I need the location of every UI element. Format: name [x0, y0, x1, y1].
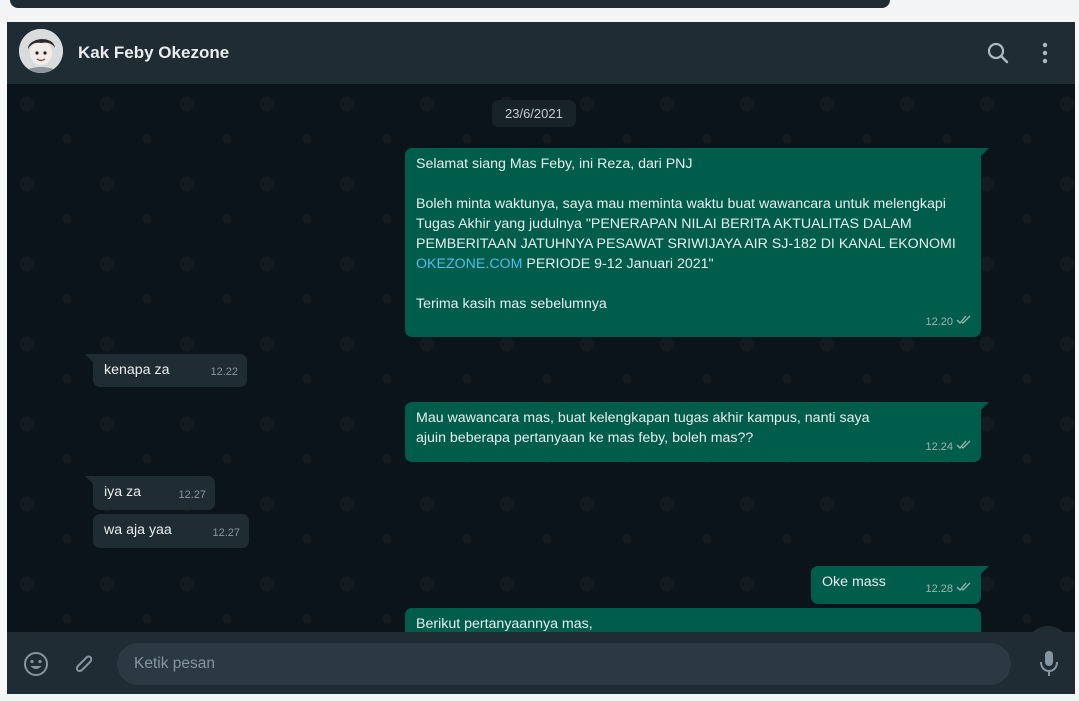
message-composer [7, 632, 1075, 694]
message-incoming[interactable]: iya za 12.27 [85, 476, 215, 510]
message-time: 12.28 [925, 583, 953, 595]
message-input[interactable] [117, 643, 1011, 685]
message-meta: 12.24 [925, 437, 972, 457]
message-time: 12.27 [178, 489, 206, 501]
contact-avatar[interactable] [19, 29, 63, 73]
message-time: 12.27 [212, 527, 240, 539]
message-text: wa aja yaa [104, 522, 172, 538]
message-text: Oke mass [822, 574, 886, 590]
attach-icon[interactable] [69, 650, 97, 683]
date-separator: 23/6/2021 [492, 100, 576, 127]
whatsapp-chat-window: Kak Feby Okezone 23/6/2021 Selamat siang… [7, 22, 1075, 694]
message-outgoing[interactable]: Berikut pertanyaannya mas, [405, 608, 981, 632]
chat-header: Kak Feby Okezone [7, 22, 1075, 84]
window-top-strip [0, 0, 1079, 22]
message-meta: 12.27 [178, 485, 206, 505]
window-right-edge [1075, 22, 1079, 701]
message-incoming[interactable]: kenapa za 12.22 [85, 354, 247, 387]
search-icon[interactable] [985, 40, 1011, 66]
message-list[interactable]: 23/6/2021 Selamat siang Mas Feby, ini Re… [7, 84, 1075, 632]
message-outgoing[interactable]: Oke mass 12.28 [811, 566, 989, 604]
emoji-icon[interactable] [22, 650, 50, 683]
message-text: Boleh minta waktunya, saya mau meminta w… [416, 196, 956, 272]
message-text: iya za [104, 484, 142, 500]
contact-name[interactable]: Kak Feby Okezone [78, 43, 229, 63]
microphone-icon[interactable] [1037, 649, 1061, 684]
message-meta: 12.27 [212, 523, 240, 543]
message-outgoing[interactable]: Mau wawancara mas, buat kelengkapan tuga… [405, 402, 989, 462]
double-check-icon [956, 579, 972, 599]
message-meta: 12.20 [925, 312, 972, 332]
message-link[interactable]: OKEZONE.COM [416, 256, 522, 272]
message-text: kenapa za [104, 362, 170, 378]
message-time: 12.24 [925, 441, 953, 453]
message-outgoing[interactable]: Selamat siang Mas Feby, ini Reza, dari P… [405, 148, 989, 337]
message-text: Selamat siang Mas Feby, ini Reza, dari P… [416, 156, 693, 172]
message-time: 12.20 [925, 316, 953, 328]
window-bottom-strip [0, 694, 1079, 701]
message-meta: 12.22 [210, 362, 238, 382]
message-time: 12.22 [210, 366, 238, 378]
message-text: Mau wawancara mas, buat kelengkapan tuga… [416, 410, 870, 446]
window-left-edge [0, 22, 7, 701]
menu-icon[interactable] [1032, 40, 1058, 66]
message-incoming[interactable]: wa aja yaa 12.27 [93, 514, 249, 548]
double-check-icon [956, 312, 972, 332]
double-check-icon [956, 437, 972, 457]
message-text: Terima kasih mas sebelumnya [416, 296, 607, 312]
message-text: Berikut pertanyaannya mas, [416, 616, 593, 632]
window-top-bar [10, 0, 890, 8]
message-meta: 12.28 [925, 579, 972, 599]
